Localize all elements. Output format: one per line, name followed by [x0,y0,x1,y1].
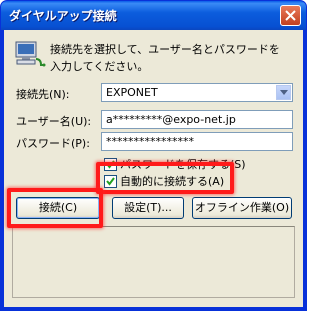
network-computer-icon [14,39,46,71]
connect-to-combobox[interactable]: EXPONET [101,83,293,102]
password-label: パスワード(P): [16,137,90,150]
connect-to-value: EXPONET [106,86,158,99]
settings-button[interactable]: 設定(T)... [112,197,184,219]
username-value: a*********@expo-net.jp [106,113,236,126]
connect-to-label: 接続先(N): [16,88,70,101]
dial-up-connection-window: ダイヤルアップ接続 接続先を選択して、ユーザー名とパスワードを入力してください。… [0,0,307,311]
close-icon [285,10,296,21]
username-label: ユーザー名(U): [16,115,92,128]
close-button[interactable] [280,5,301,26]
password-value: **************** [106,135,194,148]
instruction-text: 接続先を選択して、ユーザー名とパスワードを入力してください。 [50,43,280,73]
title-bar[interactable]: ダイヤルアップ接続 [1,1,306,30]
status-panel [12,226,295,298]
dropdown-button[interactable] [276,85,291,100]
window-title: ダイヤルアップ接続 [9,9,117,23]
highlight-connect-button [7,188,103,228]
dropdown-arrow-icon [280,90,288,95]
password-input[interactable]: **************** [101,132,293,151]
offline-button[interactable]: オフライン作業(O) [192,197,292,219]
highlight-auto-connect [96,162,234,194]
username-input[interactable]: a*********@expo-net.jp [101,110,293,129]
